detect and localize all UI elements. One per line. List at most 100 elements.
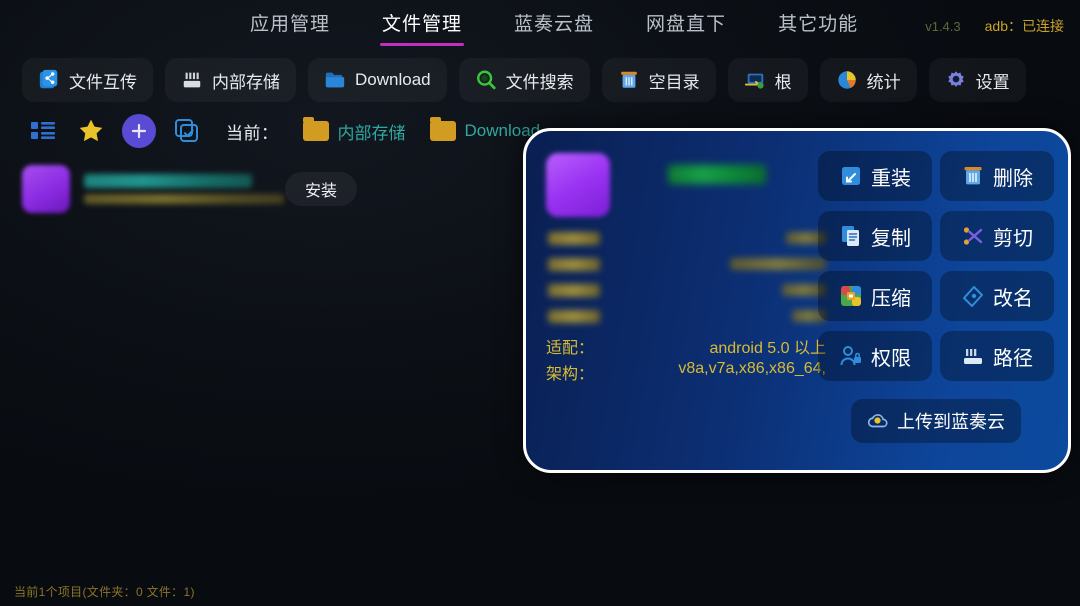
info-key-redacted xyxy=(548,232,600,245)
file-list-item[interactable] xyxy=(22,160,442,218)
dialog-button-label: 重装 xyxy=(871,167,911,190)
breadcrumb-internal-storage[interactable]: 内部存储 xyxy=(302,117,406,144)
cloud-upload-icon xyxy=(867,414,888,428)
tab-label: 蓝奏云盘 xyxy=(514,13,595,35)
tab-app-management[interactable]: 应用管理 xyxy=(248,5,332,46)
trash-icon xyxy=(964,167,982,185)
rename-pen-icon xyxy=(963,286,983,307)
dialog-button-label: 权限 xyxy=(871,347,911,370)
toolbar-button-download[interactable]: Download xyxy=(308,58,447,102)
dialog-button-compress[interactable]: 压缩 xyxy=(818,271,932,321)
dialog-button-label: 改名 xyxy=(993,287,1033,310)
archive-icon xyxy=(841,286,861,306)
active-tab-underline xyxy=(380,42,465,46)
toolbar-button-label: 空目录 xyxy=(648,72,700,92)
dialog-button-label: 路径 xyxy=(993,347,1033,370)
dialog-button-label: 上传到蓝奏云 xyxy=(897,412,1005,432)
dialog-button-reinstall[interactable]: 重装 xyxy=(818,151,932,201)
file-text-block xyxy=(84,174,284,204)
folder-icon xyxy=(325,72,345,88)
toolbar-button-label: 根 xyxy=(774,72,792,92)
tab-other-functions[interactable]: 其它功能 xyxy=(776,5,860,46)
info-value: v8a,v7a,x86,x86_64, xyxy=(678,360,826,377)
dialog-button-rename[interactable]: 改名 xyxy=(940,271,1054,321)
dialog-app-name-redacted xyxy=(668,165,766,184)
tab-file-management[interactable]: 文件管理 xyxy=(380,5,465,46)
toolbar-button-file-search[interactable]: 文件搜索 xyxy=(458,58,590,102)
pie-chart-icon xyxy=(837,71,856,89)
dialog-button-path[interactable]: 路径 xyxy=(940,331,1054,381)
top-navigation-bar: 应用管理 文件管理 蓝奏云盘 网盘直下 其它功能 v1.4.3 adb：已连接 xyxy=(0,0,1080,50)
info-row-compat: 适配： android 5.0 以上 xyxy=(546,330,826,357)
toolbar-button-internal-storage[interactable]: 内部存储 xyxy=(165,58,296,102)
multi-select-button[interactable] xyxy=(170,114,204,148)
toolbar-button-empty-dir[interactable]: 空目录 xyxy=(601,58,716,102)
list-view-icon xyxy=(31,122,55,139)
install-button-label: 安装 xyxy=(305,183,338,200)
toolbar-button-settings[interactable]: 设置 xyxy=(928,58,1026,102)
toolbar-button-file-transfer[interactable]: 文件互传 xyxy=(22,58,153,102)
primary-toolbar: 文件互传 内部存储 Download 文件搜索 空目录 根 统计 设置 xyxy=(22,58,1026,102)
adb-status-badge: adb：已连接 xyxy=(984,18,1064,34)
file-meta-redacted xyxy=(84,194,284,204)
root-icon xyxy=(744,73,764,89)
dialog-upload-row: 上传到蓝奏云 xyxy=(818,399,1054,443)
info-row-abi: 架构： v8a,v7a,x86,x86_64, xyxy=(546,356,826,383)
info-row-redacted xyxy=(546,226,826,252)
dialog-button-cut[interactable]: 剪切 xyxy=(940,211,1054,261)
file-name-redacted xyxy=(84,174,252,188)
list-view-button[interactable] xyxy=(26,114,60,148)
copy-icon xyxy=(842,226,859,246)
trash-icon xyxy=(620,71,637,88)
reinstall-icon xyxy=(842,167,860,185)
info-value: android 5.0 以上 xyxy=(709,340,826,357)
dialog-button-label: 删除 xyxy=(993,167,1033,190)
secondary-toolbar: 当前： 内部存储 Download xyxy=(26,114,540,148)
add-button[interactable] xyxy=(122,114,156,148)
toolbar-button-label: 统计 xyxy=(866,72,901,92)
breadcrumb-download[interactable]: Download xyxy=(429,117,540,141)
dialog-button-copy[interactable]: 复制 xyxy=(818,211,932,261)
dialog-button-permissions[interactable]: 权限 xyxy=(818,331,932,381)
nav-right-status: v1.4.3 adb：已连接 xyxy=(925,16,1064,36)
app-window: 应用管理 文件管理 蓝奏云盘 网盘直下 其它功能 v1.4.3 adb：已连接 xyxy=(0,0,1080,606)
toolbar-button-statistics[interactable]: 统计 xyxy=(819,58,917,102)
breadcrumb-label: 内部存储 xyxy=(337,123,406,143)
star-icon xyxy=(79,119,103,142)
dialog-button-label: 剪切 xyxy=(993,227,1033,250)
folder-icon xyxy=(429,117,456,141)
add-icon xyxy=(131,123,147,139)
dialog-info-rows: 适配： android 5.0 以上 架构： v8a,v7a,x86,x86_6… xyxy=(546,226,826,383)
path-icon xyxy=(964,349,982,364)
install-button[interactable]: 安装 xyxy=(285,172,358,206)
share-icon xyxy=(39,69,58,89)
dialog-button-upload-lanzou[interactable]: 上传到蓝奏云 xyxy=(851,399,1021,443)
dialog-button-delete[interactable]: 删除 xyxy=(940,151,1054,201)
tab-lanzou-cloud[interactable]: 蓝奏云盘 xyxy=(512,5,596,46)
folder-icon xyxy=(302,117,329,141)
file-icon xyxy=(22,165,70,213)
toolbar-button-label: 设置 xyxy=(975,72,1010,92)
version-label: v1.4.3 xyxy=(925,18,961,34)
dialog-action-grid: 重装 删除 复制 剪切 压缩 改名 权限 路径 xyxy=(818,151,1054,381)
toolbar-button-root[interactable]: 根 xyxy=(727,58,808,102)
dialog-button-label: 压缩 xyxy=(871,287,911,310)
scissors-icon xyxy=(963,227,983,245)
nav-tabs: 应用管理 文件管理 蓝奏云盘 网盘直下 其它功能 xyxy=(248,5,860,46)
tab-label: 文件管理 xyxy=(382,13,463,35)
dialog-info-panel xyxy=(546,153,826,217)
favorites-button[interactable] xyxy=(74,114,108,148)
info-key: 适配： xyxy=(546,340,595,357)
info-value-redacted xyxy=(730,258,826,270)
tab-netdisk-direct[interactable]: 网盘直下 xyxy=(644,5,728,46)
internal-storage-icon xyxy=(183,72,201,88)
search-icon xyxy=(476,70,496,90)
info-key-redacted xyxy=(548,258,600,271)
toolbar-button-label: 内部存储 xyxy=(212,72,280,92)
info-row-redacted xyxy=(546,278,826,304)
info-key-redacted xyxy=(548,310,600,323)
dialog-app-icon xyxy=(546,153,610,217)
status-bar-text: 当前1个项目(文件夹：0 文件：1) xyxy=(14,585,195,599)
info-row-redacted xyxy=(546,304,826,330)
file-detail-dialog: 适配： android 5.0 以上 架构： v8a,v7a,x86,x86_6… xyxy=(523,128,1071,473)
